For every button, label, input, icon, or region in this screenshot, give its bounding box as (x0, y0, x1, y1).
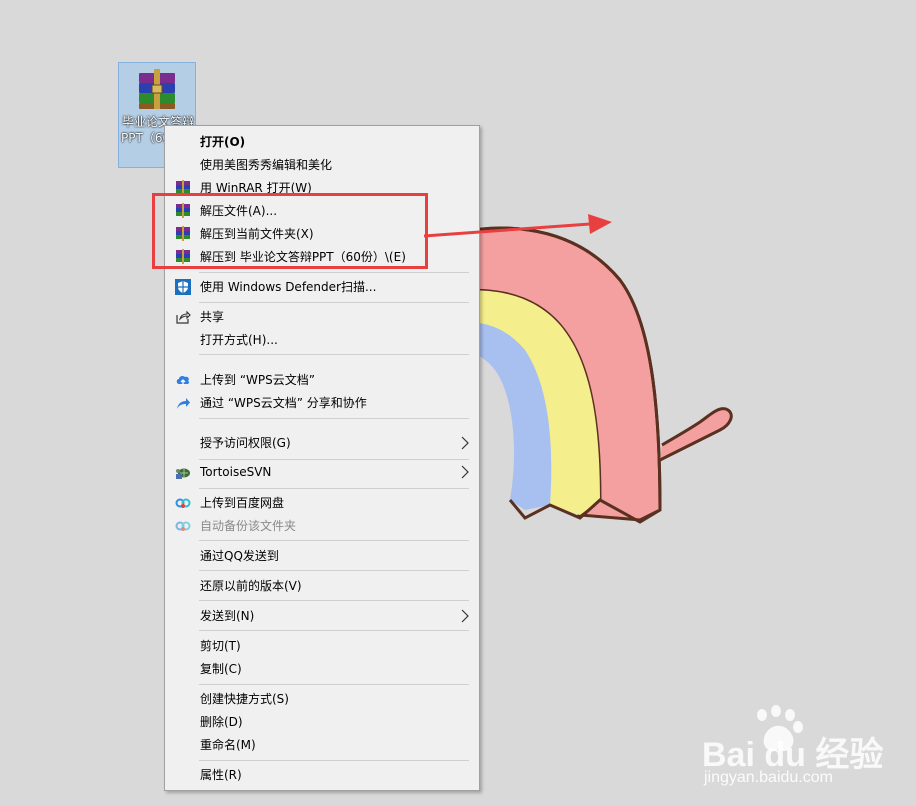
defender-shield-icon (175, 279, 191, 295)
menu-separator (199, 459, 469, 460)
menu-item-auto-backup[interactable]: 自动备份该文件夹 (167, 515, 477, 537)
menu-item-wps-share[interactable]: 通过 “WPS云文档” 分享和协作 (167, 392, 477, 414)
menu-separator (199, 302, 469, 303)
menu-item-label: 剪切(T) (200, 639, 241, 653)
menu-separator (199, 630, 469, 631)
menu-item-delete[interactable]: 删除(D) (167, 711, 477, 733)
menu-item-label: 复制(C) (200, 662, 242, 676)
watermark-url: jingyan.baidu.com (704, 769, 833, 786)
winrar-archive-icon (139, 69, 175, 109)
menu-item-grant-access[interactable]: 授予访问权限(G) (167, 432, 477, 454)
menu-item-label: 创建快捷方式(S) (200, 692, 289, 706)
menu-item-label: 授予访问权限(G) (200, 436, 291, 450)
menu-item-copy[interactable]: 复制(C) (167, 658, 477, 680)
menu-item-upload-wps[interactable]: 上传到 “WPS云文档” (167, 369, 477, 391)
menu-separator (199, 418, 469, 419)
menu-item-properties[interactable]: 属性(R) (167, 764, 477, 786)
menu-separator (199, 272, 469, 273)
wps-cloud-upload-icon (176, 375, 190, 385)
menu-separator (199, 354, 469, 355)
menu-item-open[interactable]: 打开(O) (167, 131, 477, 153)
menu-item-share[interactable]: 共享 (167, 306, 477, 328)
baidu-netdisk-icon (175, 521, 191, 531)
menu-item-label: 打开(O) (200, 135, 246, 149)
menu-item-label: 还原以前的版本(V) (200, 579, 302, 593)
menu-item-defender-scan[interactable]: 使用 Windows Defender扫描... (167, 276, 477, 298)
menu-item-send-via-qq[interactable]: 通过QQ发送到 (167, 545, 477, 567)
baidu-netdisk-icon (175, 498, 191, 508)
menu-item-label: 通过 “WPS云文档” 分享和协作 (200, 396, 367, 410)
baidu-jingyan-watermark: Bai du 经验 jingyan.baidu.com (700, 705, 910, 795)
tortoisesvn-icon (176, 468, 190, 479)
menu-item-label: 自动备份该文件夹 (200, 519, 297, 533)
menu-separator (199, 760, 469, 761)
menu-item-label: 上传到 “WPS云文档” (200, 373, 315, 387)
menu-item-label: 共享 (200, 310, 225, 324)
chevron-right-icon (461, 465, 469, 479)
menu-item-upload-baidu[interactable]: 上传到百度网盘 (167, 492, 477, 514)
menu-item-label: 发送到(N) (200, 609, 255, 623)
menu-separator (199, 684, 469, 685)
menu-separator (199, 570, 469, 571)
menu-item-label: 使用 Windows Defender扫描... (200, 280, 377, 294)
menu-item-tortoisesvn[interactable]: TortoiseSVN (167, 461, 477, 483)
menu-item-label: TortoiseSVN (200, 465, 272, 479)
menu-separator (199, 540, 469, 541)
menu-item-send-to[interactable]: 发送到(N) (167, 605, 477, 627)
chevron-right-icon (461, 609, 469, 623)
menu-separator (199, 488, 469, 489)
menu-separator (199, 600, 469, 601)
share-icon (176, 310, 191, 324)
menu-item-cut[interactable]: 剪切(T) (167, 635, 477, 657)
menu-item-label: 重命名(M) (200, 738, 256, 752)
menu-item-meitu-edit[interactable]: 使用美图秀秀编辑和美化 (167, 154, 477, 176)
wps-share-icon (177, 398, 190, 409)
menu-item-label: 通过QQ发送到 (200, 549, 279, 563)
menu-item-label: 删除(D) (200, 715, 243, 729)
menu-item-label: 打开方式(H)... (200, 333, 278, 347)
menu-item-open-with[interactable]: 打开方式(H)... (167, 329, 477, 351)
menu-item-label: 上传到百度网盘 (200, 496, 285, 510)
red-arrow-icon (423, 214, 612, 238)
chevron-right-icon (461, 436, 469, 450)
menu-item-label: 使用美图秀秀编辑和美化 (200, 158, 333, 172)
menu-item-label: 属性(R) (200, 768, 242, 782)
menu-item-create-shortcut[interactable]: 创建快捷方式(S) (167, 688, 477, 710)
menu-item-rename[interactable]: 重命名(M) (167, 734, 477, 756)
menu-item-restore-versions[interactable]: 还原以前的版本(V) (167, 575, 477, 597)
highlight-box (152, 193, 428, 269)
